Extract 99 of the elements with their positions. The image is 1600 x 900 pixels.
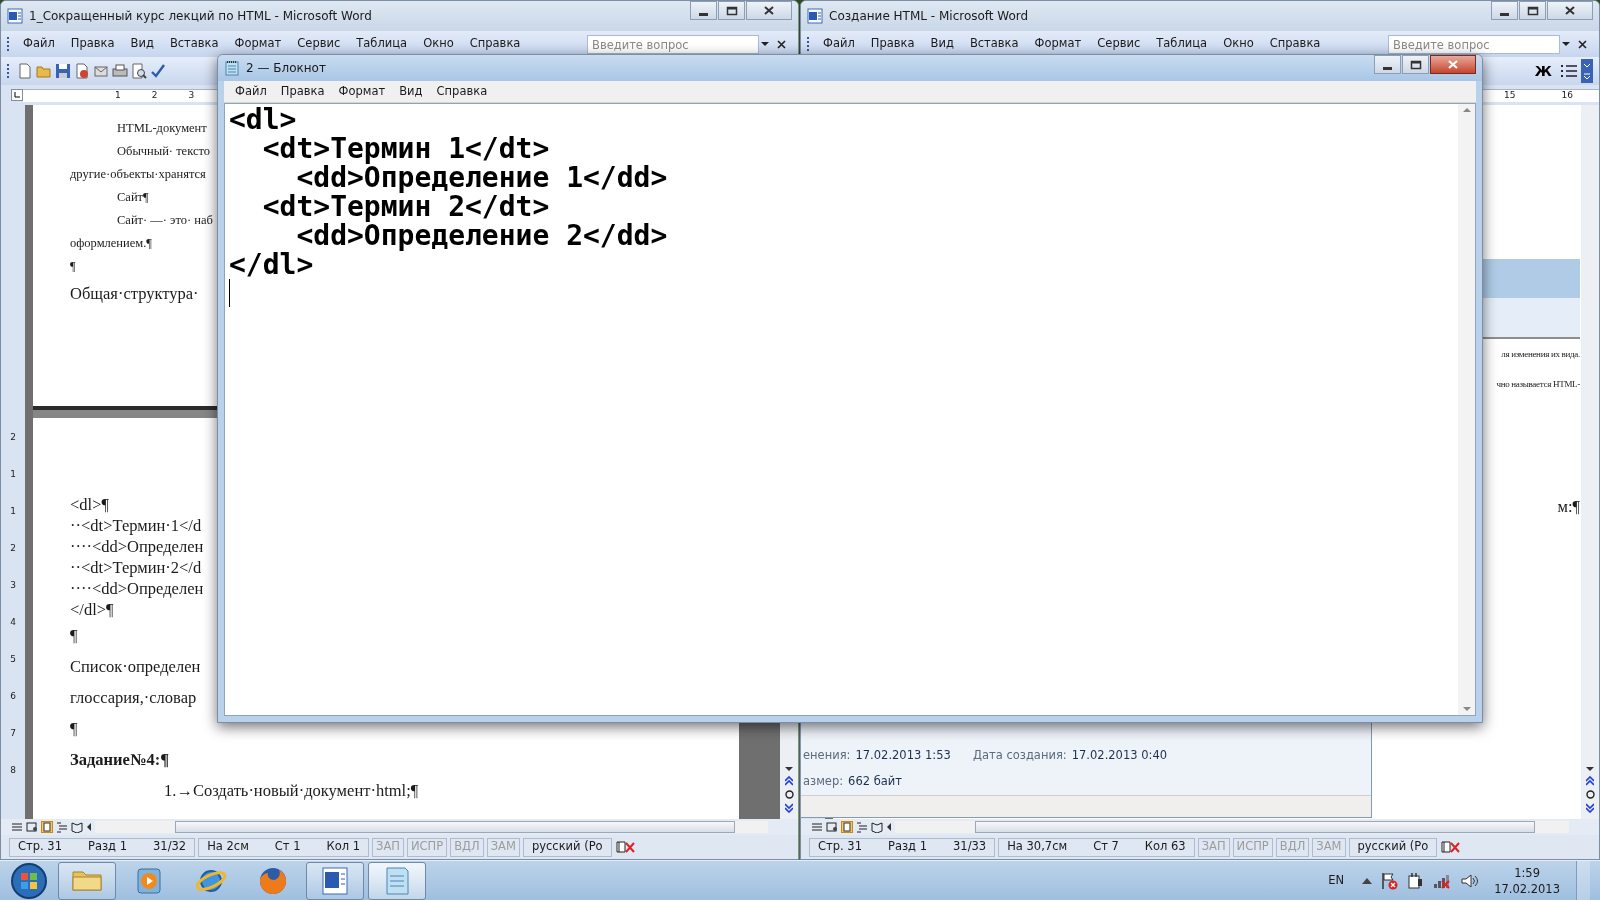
menu-item[interactable]: Файл	[228, 80, 274, 103]
detail-value: 17.02.2013 1:53	[855, 747, 951, 764]
language-indicator[interactable]: EN	[1318, 871, 1355, 890]
text-line: ¶	[70, 258, 76, 275]
text-line: HTML-документ	[117, 120, 207, 137]
status-text: Стр. 31	[18, 838, 62, 856]
ruler-number: 3	[10, 579, 16, 592]
ruler-number: 3	[188, 88, 195, 102]
status-text: Разд 1	[888, 838, 927, 856]
window-title: 2 — Блокнот	[246, 60, 327, 77]
clock-date: 17.02.2013	[1494, 880, 1560, 897]
menu-item[interactable]: Справка	[429, 80, 495, 103]
status-text: ЗАП	[1201, 838, 1226, 856]
ruler-number: 7	[10, 727, 16, 740]
detail-label: енения:	[803, 747, 851, 764]
detail-value: 17.02.2013 0:40	[1071, 747, 1168, 764]
status-text: ЗАП	[376, 838, 400, 856]
status-text: ИСПР	[410, 838, 444, 856]
status-text: ЗАМ	[490, 838, 516, 856]
menu-item[interactable]: Вид	[392, 80, 430, 103]
status-text: 31/33	[953, 838, 987, 856]
text-line: другие·объекты·хранятся	[70, 166, 206, 183]
detail-label: азмер:	[803, 773, 844, 790]
detail-value: 662 байт	[848, 773, 902, 790]
status-text: На 2см	[207, 838, 249, 856]
status-text: русский (Ро	[1357, 838, 1429, 856]
status-text: Кол 63	[1144, 838, 1186, 856]
menu-item[interactable]: Справка	[1262, 33, 1328, 55]
status-text: Стр. 31	[818, 838, 862, 856]
text-line: </dl>¶	[70, 599, 114, 620]
text-line: глоссария,·словар	[70, 687, 197, 709]
text-line: м:¶	[1557, 496, 1580, 518]
menu-item[interactable]: Вид	[123, 33, 161, 55]
menu-item[interactable]: Сервис	[290, 33, 348, 55]
text-line: Обычный· тексто	[117, 143, 210, 160]
window-title: Создание HTML - Microsoft Word	[829, 8, 1030, 25]
text-line: ¶	[70, 718, 78, 740]
menu-item[interactable]: Вставка	[962, 33, 1026, 55]
menu-item[interactable]: Файл	[16, 33, 62, 55]
menu-item[interactable]: Таблица	[349, 33, 415, 55]
text-line: 1.→Создать·новый·документ·html;¶	[164, 780, 419, 802]
ruler-number: 5	[10, 653, 16, 666]
menu-item[interactable]: Формат	[331, 80, 393, 103]
detail-label: Дата создания:	[973, 747, 1067, 764]
status-text: ВДЛ	[1279, 838, 1306, 856]
menu-item[interactable]: Правка	[63, 33, 122, 55]
status-text: Кол 1	[326, 838, 361, 856]
help-search-field[interactable]: Введите вопрос	[587, 34, 759, 54]
menu-item[interactable]: Правка	[273, 80, 332, 103]
clock[interactable]: 1:59 17.02.2013	[1486, 864, 1568, 897]
status-text: ЗАМ	[1316, 838, 1342, 856]
ruler-number: 1	[10, 505, 16, 518]
menu-item[interactable]: Правка	[863, 33, 922, 55]
ruler-number: 15	[1504, 88, 1516, 102]
status-text: ВДЛ	[454, 838, 480, 856]
menu-item[interactable]: Файл	[816, 33, 862, 55]
text-line: ··<dt>Термин·2</d	[70, 557, 202, 578]
ruler-number: 1	[10, 468, 16, 481]
text-line: Сайт· —· это· наб	[117, 212, 213, 229]
ruler-number: 4	[10, 616, 16, 629]
menu-item[interactable]: Формат	[227, 33, 289, 55]
ruler-number: 16	[1561, 88, 1573, 102]
menu-item[interactable]: Вставка	[162, 33, 226, 55]
menu-item[interactable]: Формат	[1027, 33, 1089, 55]
menu-item[interactable]: Сервис	[1090, 33, 1148, 55]
menu-item[interactable]: Вид	[923, 33, 961, 55]
text-line: ля изменения их вида.	[1501, 348, 1580, 361]
bold-button[interactable]: Ж	[1529, 60, 1557, 82]
status-text: Ст 7	[1093, 838, 1119, 856]
window-title: 1_Сокращенный курс лекций по HTML - Microsoft Word	[29, 8, 373, 25]
text-line: <dl>¶	[70, 494, 109, 515]
text-line: ····<dd>Определен	[70, 578, 204, 599]
text-line: Список·определен	[70, 656, 201, 678]
menu-item[interactable]: Окно	[416, 33, 461, 55]
ruler-number: 2	[10, 431, 16, 444]
text-line: ··<dt>Термин·1</d	[70, 515, 202, 536]
status-text: 31/32	[153, 838, 187, 856]
status-text: Разд 1	[88, 838, 127, 856]
status-text: На 30,7см	[1007, 838, 1068, 856]
menu-item[interactable]: Окно	[1216, 33, 1261, 55]
text-line: оформлением.¶	[70, 235, 152, 252]
status-text: Ст 1	[274, 838, 301, 856]
status-text: русский (Ро	[531, 838, 603, 856]
clock-time: 1:59	[1514, 864, 1540, 881]
text-line: ¶	[70, 625, 78, 647]
help-search-field[interactable]: Введите вопрос	[1388, 34, 1560, 54]
menu-item[interactable]: Справка	[462, 33, 528, 55]
menu-item[interactable]: Таблица	[1149, 33, 1215, 55]
ruler-number: 2	[10, 542, 16, 555]
ruler-number: 6	[10, 690, 16, 703]
ruler-number: 8	[10, 764, 16, 777]
status-text: ИСПР	[1236, 838, 1269, 856]
text-line: ····<dd>Определен	[70, 536, 204, 557]
text-line: чно называется HTML-	[1496, 378, 1580, 391]
ruler-number: 1	[115, 88, 121, 102]
ruler-number: 2	[151, 88, 158, 102]
text-line: Общая·структура·	[70, 283, 199, 305]
text-line: Задание№4:¶	[70, 749, 170, 771]
text-line: Сайт¶	[117, 189, 149, 206]
